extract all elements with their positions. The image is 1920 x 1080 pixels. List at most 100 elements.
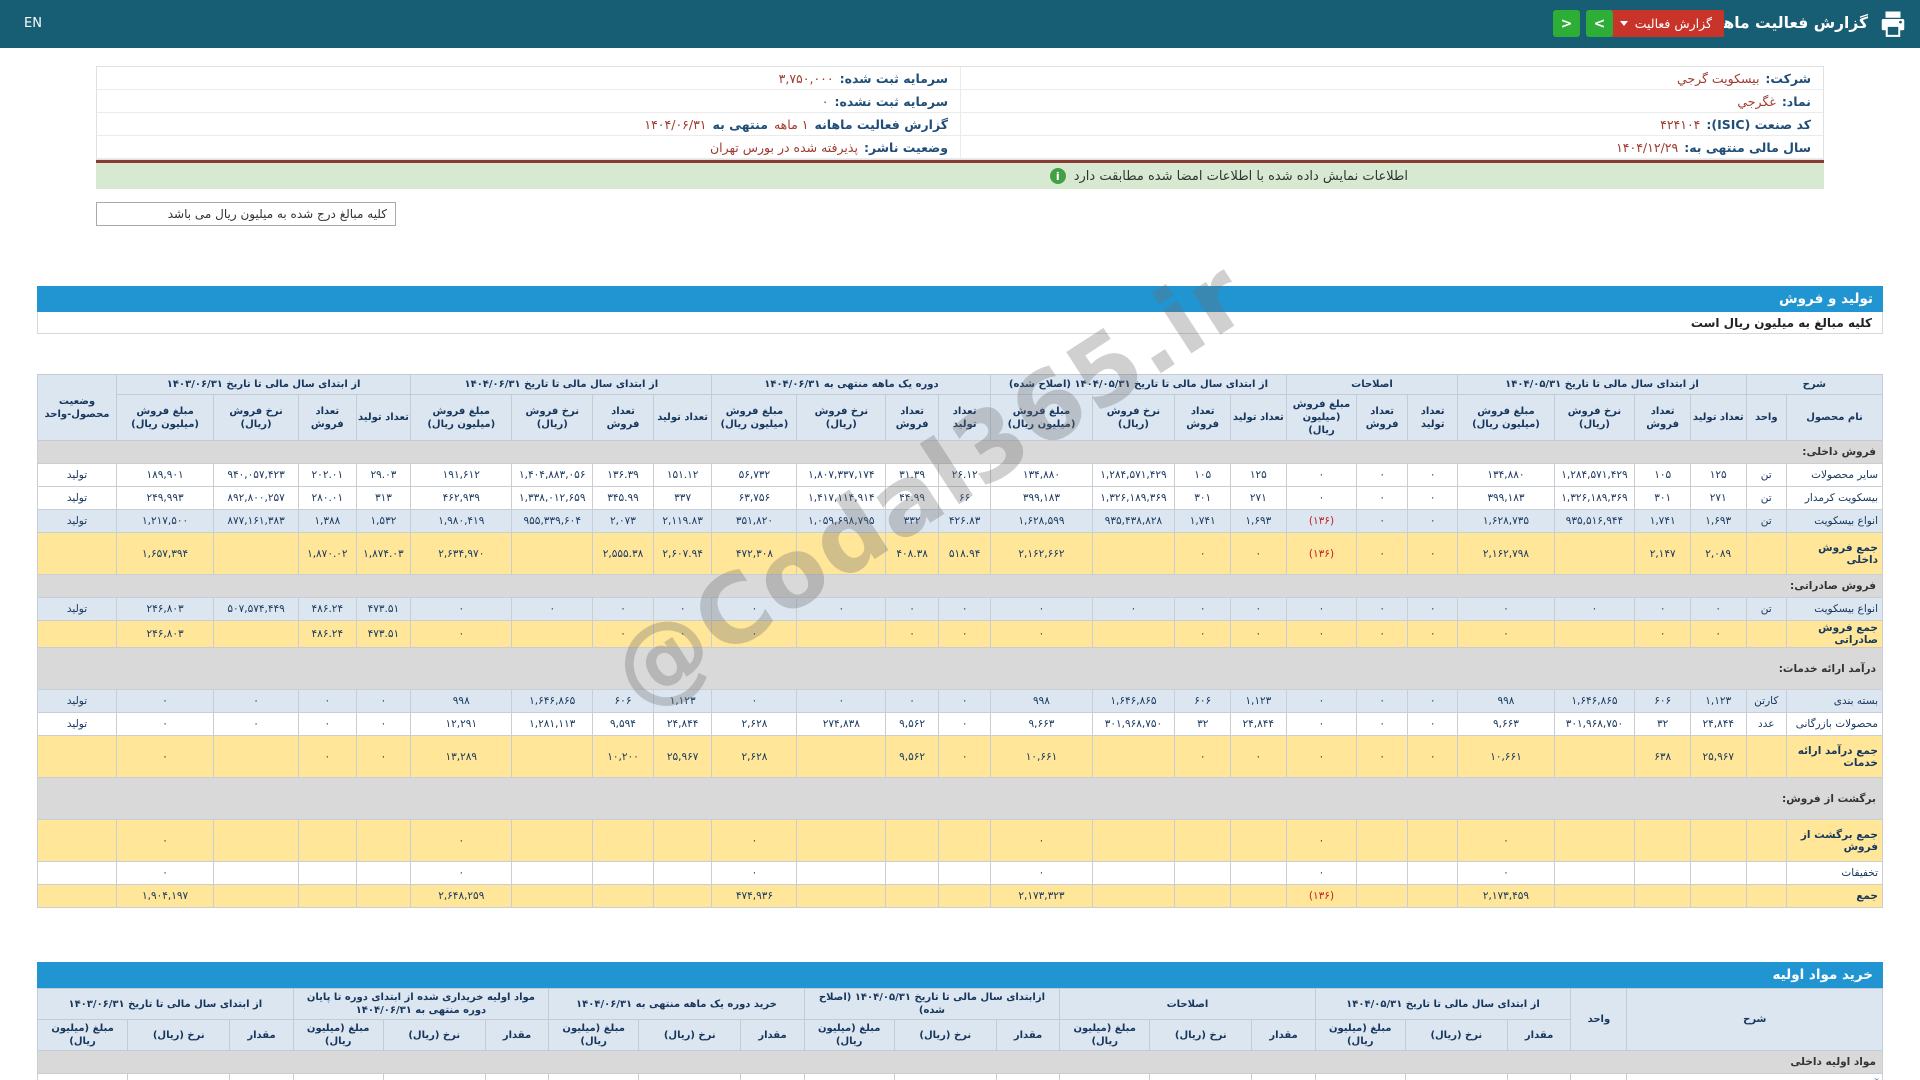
column-header: نرخ (ریال) (1404, 1019, 1508, 1051)
value-cell (298, 861, 357, 885)
column-header: دوره یک ماهه منتهی به ۱۴۰۴/۰۶/۳۱ (711, 374, 992, 395)
value-cell (1091, 861, 1176, 885)
value-cell (1174, 884, 1231, 908)
row-label: انواع بیسکویت (1785, 509, 1884, 533)
value-cell: ۰ (116, 819, 215, 862)
value-cell: ۳۶۷ (740, 1073, 805, 1080)
value-cell: ۰ (937, 689, 992, 713)
value-cell: ۵۵۵,۴۵۵ (292, 1073, 384, 1080)
value-cell: ۰ (711, 597, 798, 621)
value-cell: ۱,۴۰۴,۸۸۳,۰۵۶ (511, 463, 594, 487)
top-bar: گزارش فعالیت ماهانه گزارش فعالیت < > EN (0, 0, 1920, 48)
prev-page-button[interactable]: < (1553, 10, 1580, 37)
value-cell: (۱۳۶) (1285, 509, 1358, 533)
value-cell (1091, 819, 1176, 862)
value-cell (1634, 861, 1691, 885)
value-cell: ۰ (1406, 597, 1459, 621)
value-cell: ۲۴,۸۴۴ (1230, 712, 1287, 736)
value-cell: ۰ (1406, 620, 1459, 648)
production-sales-section-bar: تولید و فروش (37, 286, 1883, 312)
value-cell (511, 861, 594, 885)
value-cell: ۰ (1230, 620, 1287, 648)
status-cell (36, 819, 118, 862)
value-cell: ۰ (1285, 463, 1358, 487)
column-header: مقدار (1251, 1019, 1316, 1051)
value-cell: ۱,۱۲۳ (1689, 689, 1747, 713)
value-cell (1091, 532, 1176, 575)
status-cell: تولید (36, 597, 118, 621)
value-cell (1689, 884, 1747, 908)
value-cell: ۲۵,۹۶۷ (1689, 735, 1747, 778)
value-cell: ۲,۱۴۷ (1634, 532, 1691, 575)
column-header: مقدار (1506, 1019, 1572, 1051)
value-cell: ۱۱۸,۹۸۰ (548, 1073, 640, 1080)
row-label: بسته بندی (1785, 689, 1884, 713)
value-cell: ۴۷۳.۵۱ (355, 620, 412, 648)
company-name: بيسکويت گرجي (1676, 70, 1760, 86)
status-cell (36, 861, 118, 885)
value-cell (298, 819, 357, 862)
language-toggle[interactable]: EN (24, 16, 42, 31)
value-cell: (۱۳۶) (1285, 884, 1358, 908)
value-cell: ۵۱۸.۹۴ (937, 532, 992, 575)
value-cell: ۱,۲۸۱,۱۱۳ (511, 712, 594, 736)
value-cell: ۶۳۸ (1634, 735, 1691, 778)
column-header: مبلغ (میلیون ریال) (1059, 1019, 1151, 1051)
value-cell: ۱۹۱,۶۱۲ (410, 463, 513, 487)
value-cell: ۱,۰۵۹,۶۹۸,۷۹۵ (796, 509, 887, 533)
value-cell (1230, 861, 1287, 885)
publisher-status-value: پذیرفته شده در بورس تهران (709, 139, 858, 155)
value-cell (796, 861, 887, 885)
value-cell: ۰ (511, 597, 594, 621)
value-cell: ۳۰۱,۹۶۸,۷۵۰ (1091, 712, 1176, 736)
report-type-label: گزارش فعالیت (1634, 16, 1712, 31)
column-header: تعداد فروش (298, 394, 357, 441)
publisher-status-label: وضعیت ناشر: (863, 139, 948, 155)
value-cell (652, 884, 713, 908)
value-cell: ۲,۶۰۷.۹۴ (652, 532, 713, 575)
value-cell: ۰ (1230, 735, 1287, 778)
unit-cell: تن (1745, 463, 1787, 487)
value-cell: ۱,۶۵۷,۳۹۴ (116, 532, 215, 575)
production-sales-table: شرح از ابتدای سال مالی تا تاریخ ۱۴۰۴/۰۵/۳… (36, 374, 1884, 908)
unit-cell (1745, 532, 1787, 575)
value-cell: ۰ (592, 597, 654, 621)
unit-cell (1745, 735, 1787, 778)
column-header: اصلاحات (1059, 988, 1316, 1020)
registered-capital-field: سرمایه ثبت شده: ۳,۷۵۰,۰۰۰ (97, 67, 960, 90)
value-cell: ۰ (116, 712, 215, 736)
value-cell: ۰ (1457, 597, 1555, 621)
table-row: بیسکویت کرمدار تن ۲۷۱ ۳۰۱ ۱,۳۲۶,۱۸۹,۳۶۹ ۳۹۹,۱… (36, 486, 1884, 510)
table-row: فروش داخلی: (37, 440, 1883, 464)
value-cell (1553, 532, 1636, 575)
report-type-button[interactable]: گزارش فعالیت (1607, 10, 1724, 37)
column-header: تعداد تولید (1689, 394, 1747, 441)
value-cell (355, 861, 412, 885)
value-cell: ۰ (885, 689, 939, 713)
value-cell: ۰ (885, 620, 939, 648)
value-cell: ۴۸۶.۲۴ (298, 620, 357, 648)
value-cell: ۳۰۱,۹۶۸,۷۵۰ (1553, 712, 1636, 736)
value-cell: ۱,۲۸۴,۵۷۱,۴۲۹ (1553, 463, 1636, 487)
value-cell: ۰ (116, 735, 215, 778)
value-cell: ۰ (1689, 620, 1747, 648)
column-header: مقدار (740, 1019, 805, 1051)
column-header: مبلغ (میلیون ریال) (36, 1019, 129, 1051)
value-cell: ۱۲,۲۹۱ (410, 712, 513, 736)
value-cell: ۰ (298, 712, 357, 736)
value-cell: ۰ (116, 689, 215, 713)
value-cell: ۰ (990, 620, 1093, 648)
row-label: محصولات بازرگانی (1785, 712, 1884, 736)
value-cell (213, 620, 300, 648)
value-cell: ۰ (1285, 819, 1358, 862)
value-cell: ۱,۸۷۴.۰۳ (355, 532, 412, 575)
print-icon[interactable] (1878, 9, 1908, 39)
value-cell: ۲,۱۶۲,۶۶۲ (990, 532, 1093, 575)
value-cell: ۵۰۷,۵۷۴,۴۴۹ (213, 597, 300, 621)
value-cell: ۳۰۴,۸۶۰,۰۴۴ (382, 1073, 486, 1080)
unregistered-capital-label: سرمایه ثبت نشده: (834, 93, 948, 109)
value-cell (796, 819, 887, 862)
value-cell: ۹,۶۶۳ (1457, 712, 1555, 736)
section-row-label: فروش داخلی: (37, 440, 1883, 464)
next-page-button[interactable]: > (1586, 10, 1613, 37)
